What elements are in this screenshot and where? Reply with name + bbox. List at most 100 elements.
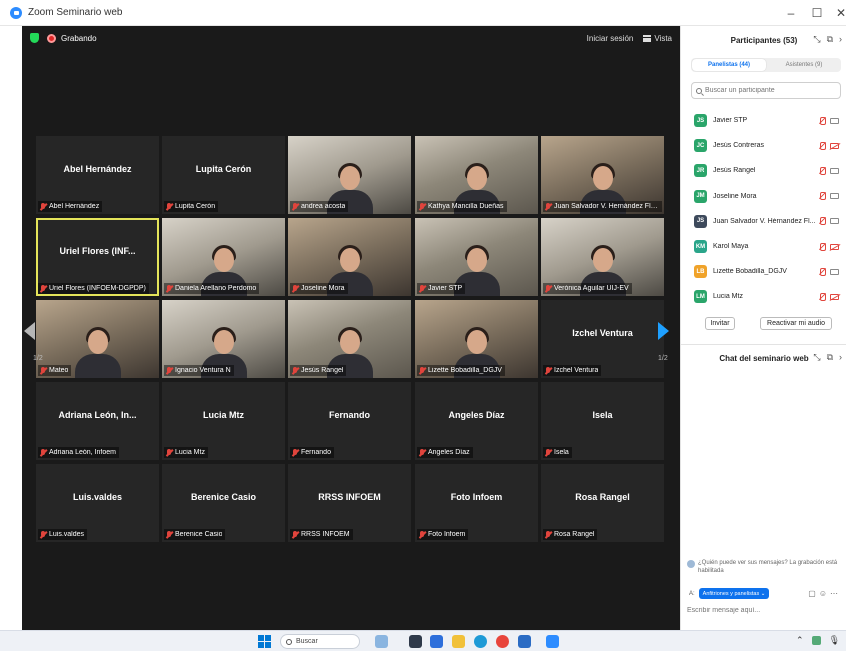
video-tile[interactable]: Ignacio Ventura N: [162, 300, 285, 378]
shield-icon[interactable]: [30, 33, 39, 43]
participant-row[interactable]: LB Lizette Bobadilla_DGJV: [681, 259, 846, 284]
outlook-icon[interactable]: [518, 635, 531, 648]
view-button[interactable]: Vista: [643, 34, 672, 43]
mic-muted-icon[interactable]: [819, 141, 826, 150]
video-tile[interactable]: Jesús Rangel: [288, 300, 411, 378]
more-icon[interactable]: ⋯: [830, 589, 841, 598]
participant-row[interactable]: JM Joseline Mora: [681, 184, 846, 209]
video-tile[interactable]: Javier STP: [415, 218, 538, 296]
zoom-taskbar-icon[interactable]: [546, 635, 559, 648]
previous-page-icon[interactable]: [24, 322, 35, 340]
chat-message-input[interactable]: [687, 604, 841, 616]
tray-app-icon[interactable]: [811, 636, 821, 645]
mic-muted-icon[interactable]: [819, 166, 826, 175]
tile-name-label: Izchel Ventura: [543, 365, 602, 376]
signin-button[interactable]: Iniciar sesión: [587, 34, 634, 43]
camera-icon[interactable]: [830, 268, 839, 275]
tile-name: Rosa Rangel: [554, 531, 595, 538]
video-tile[interactable]: andrea acosta: [288, 136, 411, 214]
participants-tabs: Panelistas (44) Asistentes (9): [691, 58, 841, 72]
mic-muted-icon[interactable]: [819, 192, 826, 201]
mic-muted-icon[interactable]: [819, 292, 826, 301]
camera-off-icon[interactable]: [830, 293, 839, 300]
edge-browser-icon[interactable]: [474, 635, 487, 648]
windows-start-icon[interactable]: [258, 635, 271, 648]
task-view-icon[interactable]: [409, 635, 422, 648]
camera-off-icon[interactable]: [830, 243, 839, 250]
video-tile[interactable]: Angeles Díaz Angeles Díaz: [415, 382, 538, 460]
emoji-icon[interactable]: ☺: [819, 589, 830, 598]
mic-muted-icon: [545, 284, 551, 293]
chevron-right-icon[interactable]: ›: [839, 34, 842, 45]
camera-icon[interactable]: [830, 167, 839, 174]
camera-off-icon[interactable]: [830, 142, 839, 149]
tile-display-name: Lupita Cerón: [195, 164, 252, 174]
tile-name: Lupita Cerón: [175, 203, 216, 210]
video-tile[interactable]: Lucia Mtz Lucia Mtz: [162, 382, 285, 460]
meet-icon[interactable]: [430, 635, 443, 648]
participant-row[interactable]: JS Javier STP: [681, 108, 846, 133]
video-tile[interactable]: Joseline Mora: [288, 218, 411, 296]
video-tile[interactable]: RRSS INFOEM RRSS INFOEM: [288, 464, 411, 542]
camera-icon[interactable]: [830, 193, 839, 200]
video-tile[interactable]: Berenice Casio Berenice Casio: [162, 464, 285, 542]
video-tile[interactable]: Lupita Cerón Lupita Cerón: [162, 136, 285, 214]
video-tile[interactable]: Izchel Ventura Izchel Ventura: [541, 300, 664, 378]
file-icon[interactable]: ▢: [808, 589, 819, 598]
participant-row[interactable]: LM Lucia Mtz: [681, 284, 846, 309]
tile-name: RRSS INFOEM: [301, 531, 350, 538]
chat-collapse-icon[interactable]: ⤡: [813, 352, 820, 363]
video-tile[interactable]: Uriel Flores (INF... Uriel Flores (INFOEM…: [36, 218, 159, 296]
video-tile[interactable]: Isela Isela: [541, 382, 664, 460]
mic-muted-icon[interactable]: [819, 116, 826, 125]
chat-popout-icon[interactable]: ⧉: [827, 352, 833, 363]
video-tile[interactable]: Adriana León, In... Adriana León, Infoem: [36, 382, 159, 460]
file-explorer-icon[interactable]: [452, 635, 465, 648]
mic-muted-icon[interactable]: [819, 217, 826, 226]
video-tile[interactable]: Kathya Mancilla Dueñas: [415, 136, 538, 214]
participant-row[interactable]: JS Juan Salvador V. Hérnandez Fl...: [681, 209, 846, 234]
participant-search-input[interactable]: [705, 87, 835, 94]
video-tile[interactable]: Lizette Bobadilla_DGJV: [415, 300, 538, 378]
mic-muted-icon[interactable]: [819, 242, 826, 251]
tab-attendees[interactable]: Asistentes (9): [767, 58, 841, 72]
popout-icon[interactable]: ⧉: [827, 34, 833, 45]
participant-row[interactable]: KM Karol Maya: [681, 234, 846, 259]
participant-row[interactable]: JR Jesús Rangel: [681, 158, 846, 183]
video-tile[interactable]: Juan Salvador V. Hernández Flor...: [541, 136, 664, 214]
video-tile[interactable]: Abel Hernández Abel Hernández: [36, 136, 159, 214]
tile-name: Lizette Bobadilla_DGJV: [428, 367, 502, 374]
video-tile[interactable]: Daniela Arellano Perdomo: [162, 218, 285, 296]
unmute-button[interactable]: Reactivar mi audio: [760, 317, 832, 330]
collapse-icon[interactable]: ⤡: [813, 34, 820, 45]
camera-icon[interactable]: [830, 218, 839, 225]
video-tile[interactable]: Mateo: [36, 300, 159, 378]
mic-muted-icon: [166, 366, 172, 375]
chat-chevron-right-icon[interactable]: ›: [839, 352, 842, 363]
mic-muted-icon[interactable]: [819, 267, 826, 276]
invite-button[interactable]: Invitar: [705, 317, 735, 330]
tab-panelists[interactable]: Panelistas (44): [692, 59, 766, 71]
window-title: Zoom Seminario web: [28, 7, 123, 18]
video-tile[interactable]: Foto Infoem Foto Infoem: [415, 464, 538, 542]
participant-search: [691, 82, 841, 99]
widgets-icon[interactable]: [375, 635, 388, 648]
video-tile[interactable]: Fernando Fernando: [288, 382, 411, 460]
video-tile[interactable]: Verónica Aguilar UIJ-EV: [541, 218, 664, 296]
chrome-browser-icon[interactable]: [496, 635, 509, 648]
participant-name: Jesús Contreras: [713, 142, 764, 150]
participant-row[interactable]: JC Jesús Contreras: [681, 133, 846, 158]
tile-display-name: Berenice Casio: [190, 492, 257, 502]
video-tile[interactable]: Luis.valdes Luis.valdes: [36, 464, 159, 542]
participant-video: [74, 326, 121, 378]
next-page-icon[interactable]: [658, 322, 669, 340]
close-button[interactable]: ✕: [826, 0, 846, 26]
recipient-dropdown[interactable]: Anfitriones y panelistas ⌄: [698, 588, 770, 599]
tray-chevron-up-icon[interactable]: ⌃: [796, 635, 804, 646]
video-tile[interactable]: Rosa Rangel Rosa Rangel: [541, 464, 664, 542]
camera-icon[interactable]: [830, 117, 839, 124]
avatar: LM: [694, 290, 707, 304]
microphone-icon[interactable]: 🎙: [829, 635, 840, 646]
chat-header-icons: ⤡ ⧉ ›: [813, 352, 842, 363]
taskbar-search[interactable]: Buscar: [280, 634, 360, 649]
